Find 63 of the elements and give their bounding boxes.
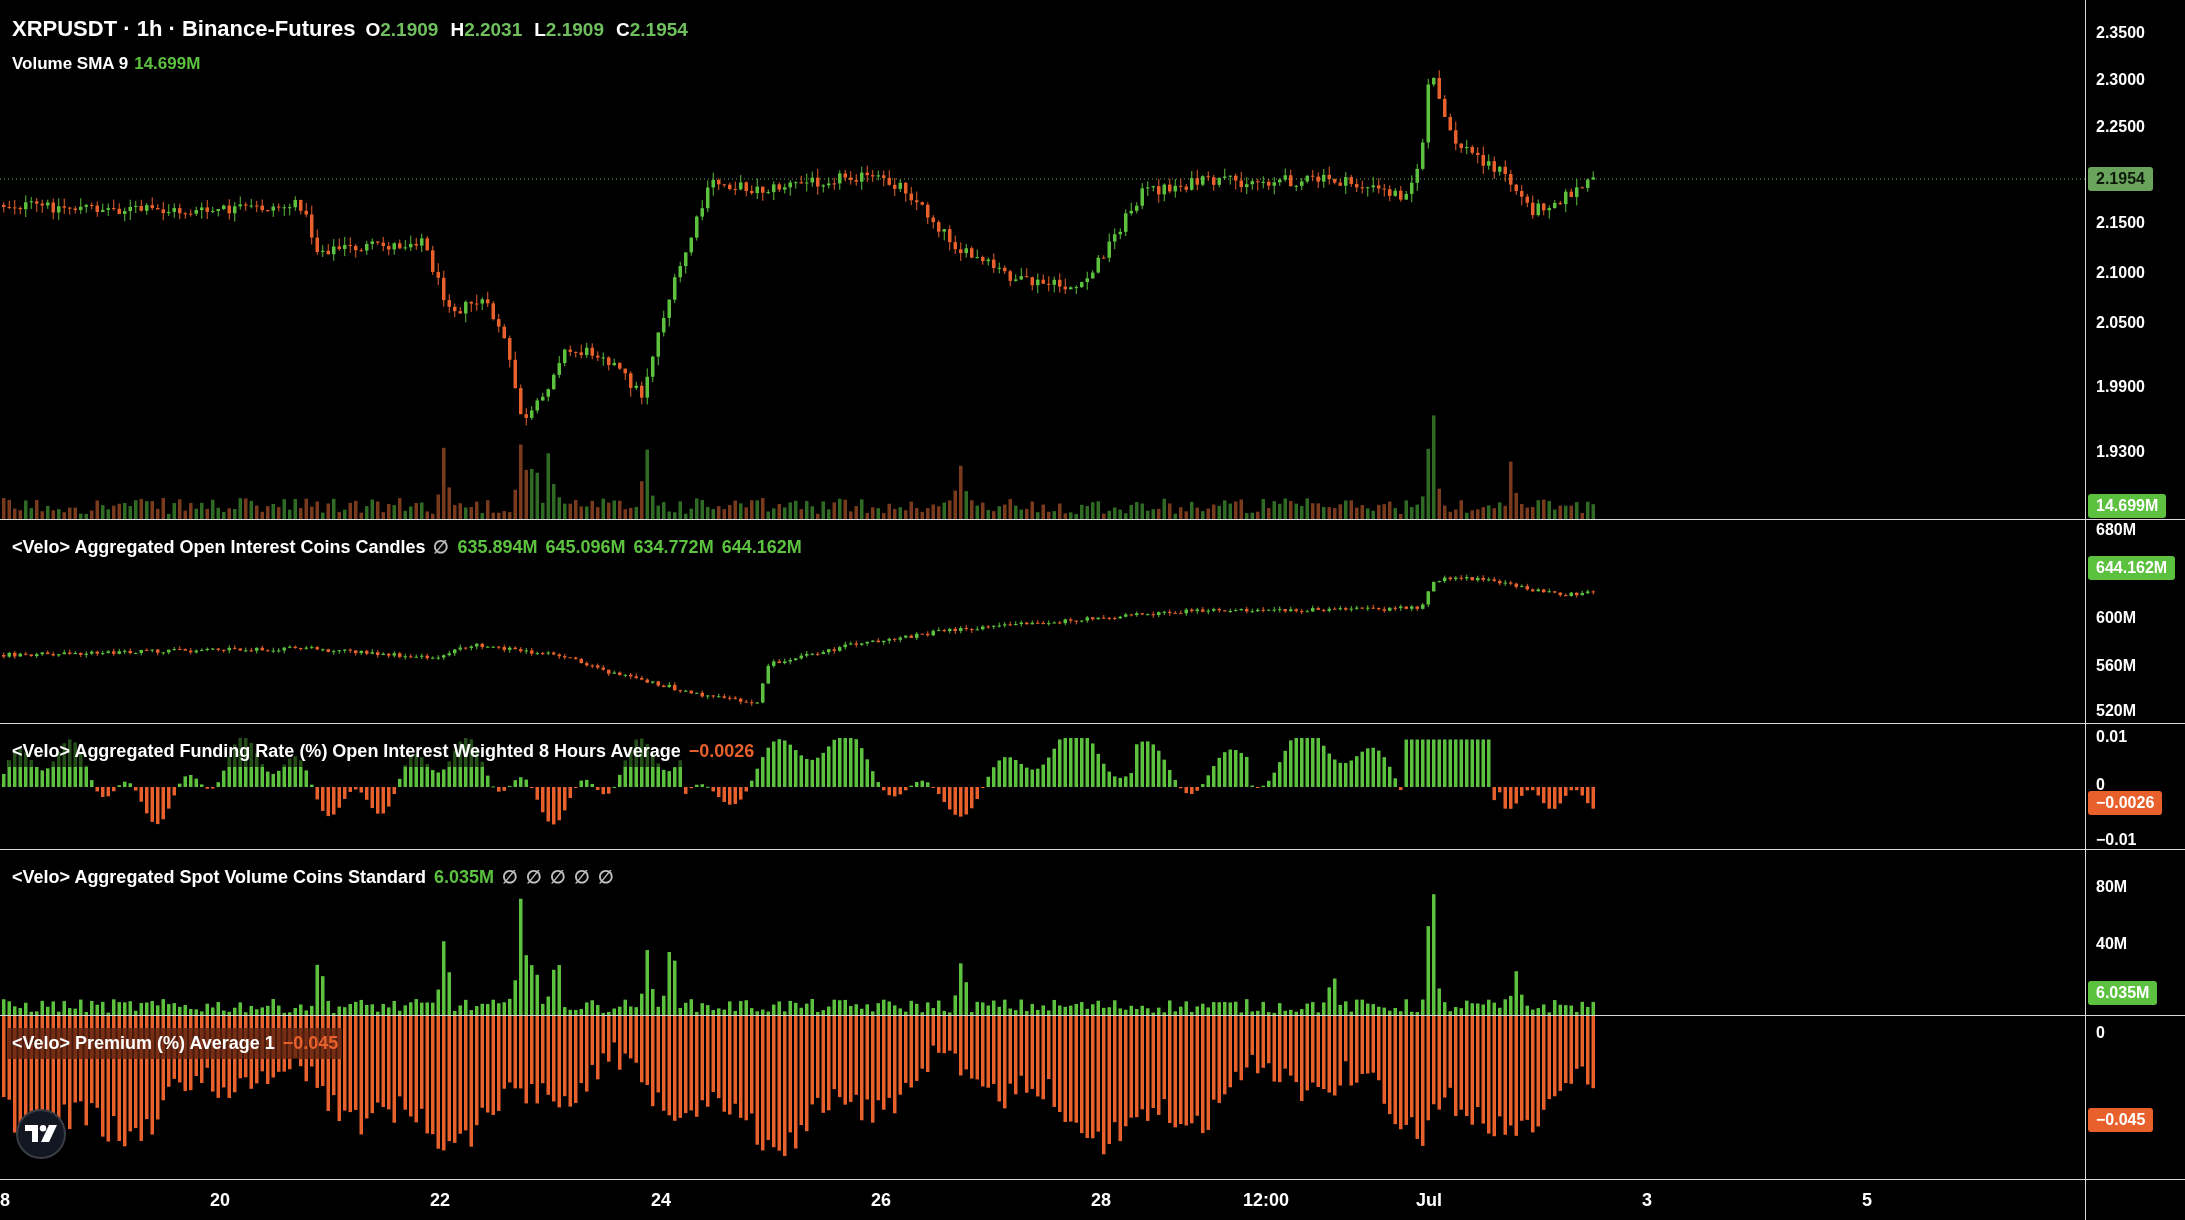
price-tag: 6.035M — [2088, 981, 2158, 1005]
axis-label: 520M — [2096, 703, 2137, 719]
indicator-value: ∅ — [598, 866, 615, 889]
ohlc-value: 2.2031 — [464, 18, 523, 42]
axis-label: 0 — [2096, 777, 2105, 793]
time-label: Jul — [1416, 1191, 1442, 1209]
axis-label: 2.3500 — [2096, 25, 2145, 41]
ohlc-value: 2.1909 — [380, 18, 439, 42]
axis-label: 80M — [2096, 879, 2128, 895]
time-label: 12:00 — [1243, 1191, 1289, 1209]
indicator-value: 14.699M — [134, 53, 201, 75]
price-tag: −0.0026 — [2088, 791, 2163, 815]
time-label: 28 — [1091, 1191, 1111, 1209]
indicator-value: 634.772M — [633, 536, 714, 559]
axis-label: 2.0500 — [2096, 315, 2145, 331]
ohlc-label: C — [616, 18, 630, 42]
indicator-title: <Velo> Aggregated Funding Rate (%) Open Interest Weighted 8 Hours Average — [12, 740, 681, 763]
axis-label: 2.3000 — [2096, 72, 2145, 88]
symbol-title: XRPUSDT · 1h · Binance-Futures — [12, 15, 356, 43]
time-label: 8 — [0, 1191, 10, 1209]
ohlc-label: H — [450, 18, 465, 42]
axis-label: 1.9300 — [2096, 444, 2145, 460]
time-label: 26 — [871, 1191, 891, 1209]
ohlc-label: O — [365, 18, 381, 42]
ohlc-value: 2.1909 — [545, 18, 604, 42]
price-tag: 2.1954 — [2088, 167, 2153, 191]
indicator-value: 645.096M — [545, 536, 626, 559]
axis-label: 2.1500 — [2096, 215, 2145, 231]
indicator-value: ∅ — [433, 536, 450, 559]
axis-label: 2.1000 — [2096, 265, 2145, 281]
indicator-value: −0.045 — [282, 1032, 339, 1055]
axis-label: 40M — [2096, 936, 2128, 952]
price-tag: 644.162M — [2088, 556, 2176, 580]
axis-label: −0.01 — [2096, 832, 2137, 848]
time-label: 3 — [1642, 1191, 1652, 1209]
indicator-value: 635.894M — [457, 536, 538, 559]
ohlc-value: 2.1954 — [629, 18, 688, 42]
axis-label: 560M — [2096, 658, 2137, 674]
indicator-value: −0.0026 — [688, 740, 755, 763]
indicator-value: ∅ — [574, 866, 591, 889]
time-label: 5 — [1862, 1191, 1872, 1209]
indicator-value: 6.035M — [434, 866, 495, 889]
indicator-title: <Velo> Premium (%) Average 1 — [12, 1032, 275, 1055]
time-label: 22 — [430, 1191, 450, 1209]
time-label: 20 — [210, 1191, 230, 1209]
logo-icon[interactable] — [16, 1109, 66, 1159]
indicator-value: ∅ — [502, 866, 519, 889]
price-tag: −0.045 — [2088, 1108, 2154, 1132]
axis-label: 600M — [2096, 610, 2137, 626]
indicator-title: <Velo> Aggregated Open Interest Coins Candles — [12, 536, 426, 559]
axis-label: 1.9900 — [2096, 379, 2145, 395]
ohlc-label: L — [534, 18, 546, 42]
indicator-value: ∅ — [550, 866, 567, 889]
volume-tag: 14.699M — [2088, 494, 2167, 518]
axis-label: 680M — [2096, 522, 2137, 538]
indicator-value: ∅ — [526, 866, 543, 889]
indicator-value: 644.162M — [721, 536, 802, 559]
indicator-title: <Velo> Aggregated Spot Volume Coins Standard — [12, 866, 427, 889]
time-label: 24 — [651, 1191, 671, 1209]
axis-label: 2.2500 — [2096, 119, 2145, 135]
indicator-label: Volume SMA 9 — [12, 53, 129, 75]
axis-label: 0.01 — [2096, 729, 2128, 745]
axis-label: 0 — [2096, 1025, 2105, 1041]
